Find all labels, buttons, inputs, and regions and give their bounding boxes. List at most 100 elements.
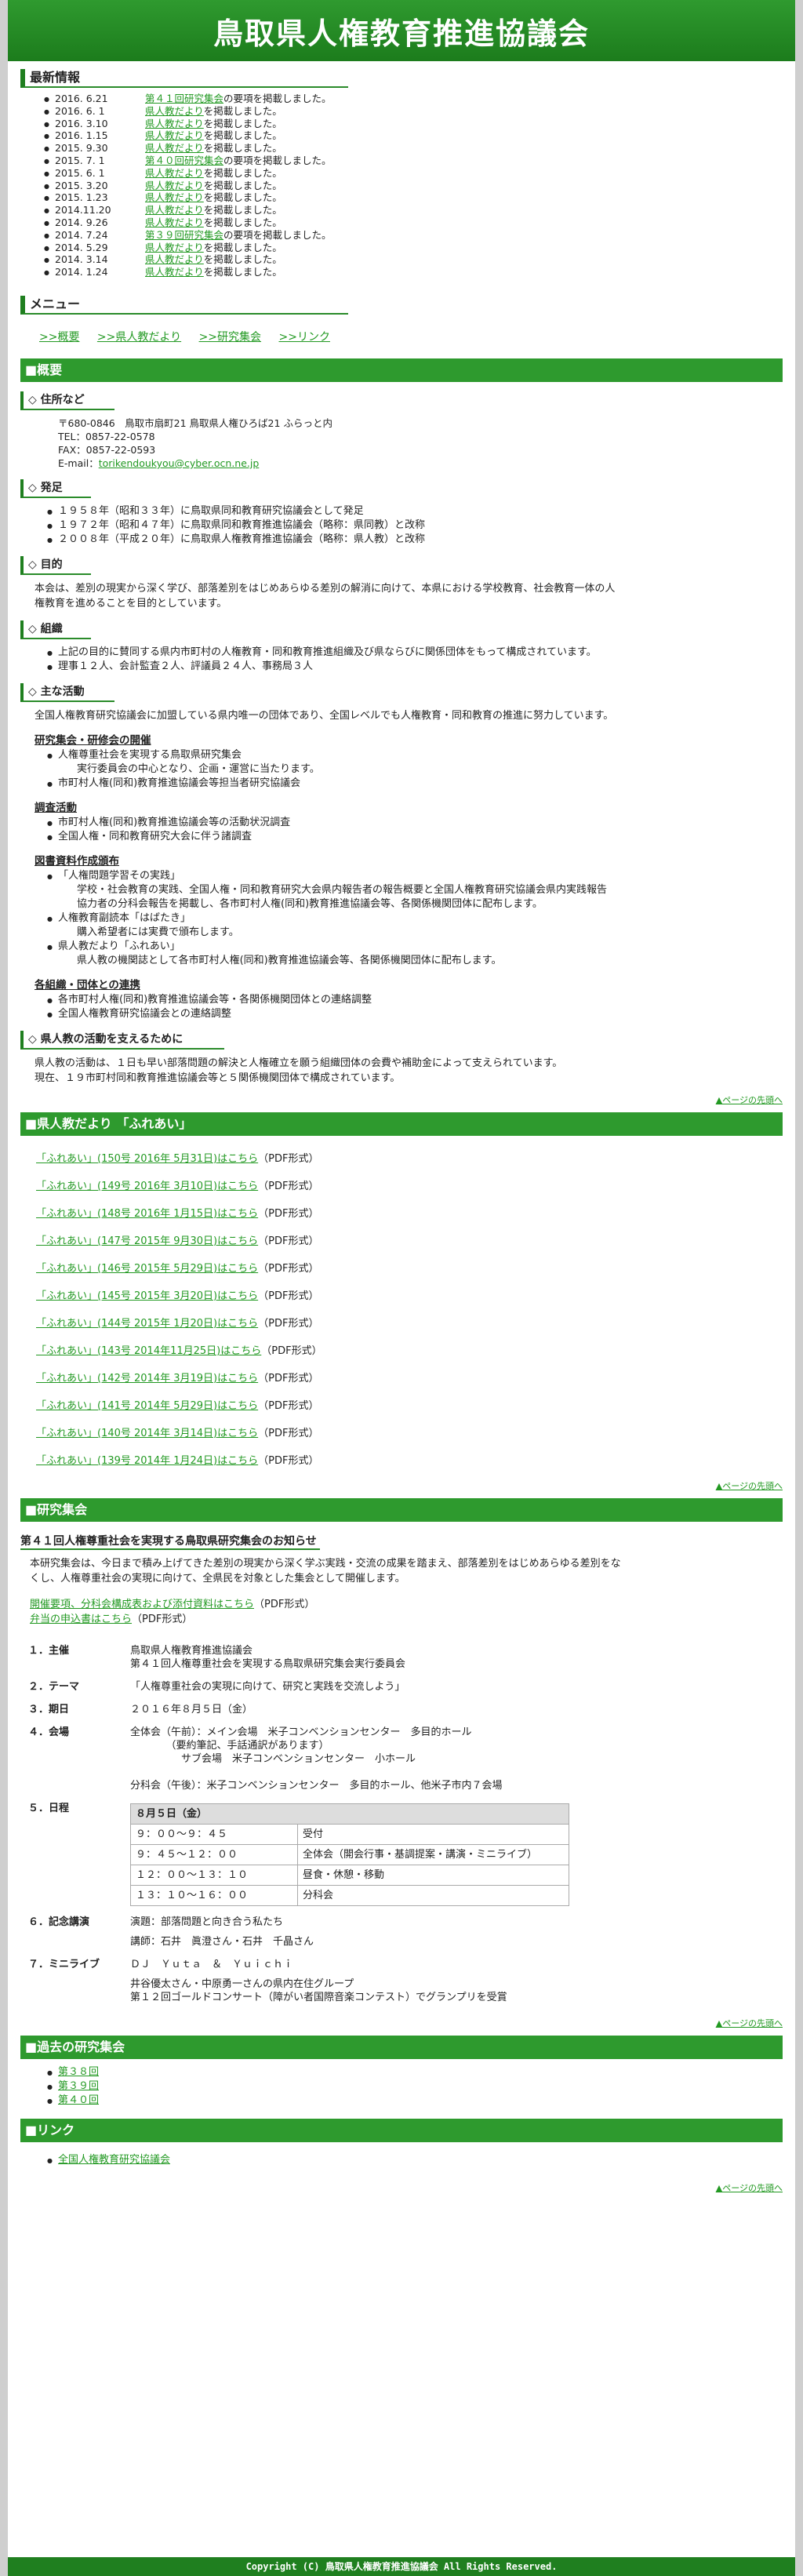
dayori-item: 「ふれあい」(148号 2016年 1月15日)はこちら（PDF形式） bbox=[36, 1205, 783, 1220]
dayori-link[interactable]: 「ふれあい」(144号 2015年 1月20日)はこちら bbox=[36, 1318, 258, 1330]
table-row: ３．期日 ２０１６年８月５日（金） bbox=[28, 1703, 253, 1716]
menu-link-kenkyu[interactable]: >>研究集会 bbox=[199, 331, 261, 344]
news-date: 2015. 9.30 bbox=[55, 142, 108, 155]
table-row: ４．会場 全体会（午前）：メイン会場 米子コンベンションセンター 多目的ホール （… bbox=[28, 1726, 503, 1792]
dayori-item: 「ふれあい」(144号 2015年 1月20日)はこちら（PDF形式） bbox=[36, 1315, 783, 1330]
dayori-link[interactable]: 「ふれあい」(150号 2016年 5月31日)はこちら bbox=[36, 1153, 258, 1165]
list-item: 全国人権教育研究協議会との連絡調整 bbox=[47, 1007, 783, 1022]
news-link[interactable]: 県人教だより bbox=[145, 180, 204, 191]
news-item: 2015. 3.20 県人教だよりを掲載しました。 bbox=[44, 179, 783, 193]
news-date: 2015. 3.20 bbox=[55, 179, 108, 191]
past-list: 第３８回 第３９回 第４０回 bbox=[47, 2065, 783, 2108]
dayori-link[interactable]: 「ふれあい」(140号 2014年 3月14日)はこちら bbox=[36, 1428, 258, 1439]
menu-heading: メニュー bbox=[20, 295, 348, 315]
menu-link-dayori[interactable]: >>県人教だより bbox=[97, 331, 181, 344]
news-text: を掲載しました。 bbox=[203, 216, 282, 228]
list-item[interactable]: 全国人権教育研究協議会 bbox=[47, 2153, 783, 2168]
site-title: 鳥取県人権教育推進協議会 bbox=[213, 15, 590, 51]
support-heading: ◇ 県人教の活動を支えるために bbox=[20, 1030, 224, 1050]
fax-line: FAX：0857-22-0593 bbox=[58, 443, 156, 456]
dayori-link[interactable]: 「ふれあい」(142号 2014年 3月19日)はこちら bbox=[36, 1373, 258, 1384]
news-text: の要項を掲載しました。 bbox=[223, 228, 332, 241]
news-date: 2014. 5.29 bbox=[55, 241, 108, 253]
dayori-link[interactable]: 「ふれあい」(145号 2015年 3月20日)はこちら bbox=[36, 1290, 258, 1302]
dayori-link[interactable]: 「ふれあい」(149号 2016年 3月10日)はこちら bbox=[36, 1181, 258, 1192]
menu-link-overview[interactable]: >>概要 bbox=[39, 331, 79, 344]
dayori-link[interactable]: 「ふれあい」(148号 2016年 1月15日)はこちら bbox=[36, 1208, 258, 1220]
kenkyu-title: 第４１回人権尊重社会を実現する鳥取県研究集会のお知らせ bbox=[20, 1533, 320, 1550]
kenkyu-desc: 本研究集会は、今日まで積み上げてきた差別の現実から深く学ぶ実践・交流の成果を踏ま… bbox=[30, 1557, 621, 1585]
dayori-list: 「ふれあい」(150号 2016年 5月31日)はこちら（PDF形式） 「ふれあい… bbox=[36, 1150, 783, 1467]
pdf-note: （PDF形式） bbox=[258, 1262, 319, 1275]
dayori-item: 「ふれあい」(149号 2016年 3月10日)はこちら（PDF形式） bbox=[36, 1177, 783, 1192]
list-item[interactable]: 第３８回 bbox=[47, 2065, 783, 2080]
page-top-link[interactable]: ▲ページの先頭へ bbox=[20, 1093, 783, 1106]
news-date: 2014. 9.26 bbox=[55, 216, 108, 228]
news-link[interactable]: 県人教だより bbox=[145, 242, 204, 253]
list-item[interactable]: 第３９回 bbox=[47, 2079, 783, 2094]
address-line: 〒680-0846 鳥取市扇町21 鳥取県人権ひろば21 ふらっと内 bbox=[58, 417, 332, 429]
news-link[interactable]: 県人教だより bbox=[145, 129, 204, 141]
dayori-link[interactable]: 「ふれあい」(143号 2014年11月25日)はこちら bbox=[36, 1345, 261, 1357]
news-link[interactable]: 第４１回研究集会 bbox=[145, 93, 223, 104]
list-item: 全国人権・同和教育研究大会に伴う諸調査 bbox=[47, 830, 783, 845]
page-top-link[interactable]: ▲ページの先頭へ bbox=[20, 2181, 783, 2194]
start-heading: ◇ 発足 bbox=[20, 478, 91, 498]
list-item: 県人教だより「ふれあい」県人教の機関誌として各市町村人権(同和)教育推進協議会等… bbox=[47, 940, 612, 968]
pdf-note: （PDF形式） bbox=[258, 1399, 319, 1412]
page-top-link[interactable]: ▲ページの先頭へ bbox=[20, 2017, 783, 2029]
dayori-item: 「ふれあい」(141号 2014年 5月29日)はこちら（PDF形式） bbox=[36, 1397, 783, 1412]
news-date: 2015. 6. 1 bbox=[55, 166, 105, 179]
dayori-item: 「ふれあい」(143号 2014年11月25日)はこちら（PDF形式） bbox=[36, 1342, 783, 1357]
news-date: 2016. 3.10 bbox=[55, 117, 108, 129]
news-item: 2014. 1.24 県人教だよりを掲載しました。 bbox=[44, 266, 783, 279]
start-list: １９５８年（昭和３３年）に鳥取県同和教育研究協議会として発足 １９７２年（昭和４… bbox=[47, 504, 783, 548]
schedule-table: ８月５日（金） ９：００～９：４５ 受付 ９：４５～１２：００ 全体会（開会行事・基… bbox=[130, 1803, 569, 1906]
menu-link-links[interactable]: >>リンク bbox=[278, 331, 329, 344]
news-link[interactable]: 県人教だより bbox=[145, 216, 204, 228]
news-item: 2014.11.20 県人教だよりを掲載しました。 bbox=[44, 204, 783, 217]
footer: Copyright (C) 鳥取県人権教育推進協議会 All Rights Re… bbox=[8, 2557, 795, 2576]
bento-link[interactable]: 弁当の申込書はこちら bbox=[30, 1614, 132, 1625]
dayori-item: 「ふれあい」(145号 2015年 3月20日)はこちら（PDF形式） bbox=[36, 1287, 783, 1302]
activity-3-list: 「人権問題学習その実践」学校・社会教育の実践、全国人権・同和教育研究大会県内報告… bbox=[47, 869, 612, 968]
news-link[interactable]: 県人教だより bbox=[145, 253, 204, 265]
table-row: ７．ミニライブ ＤＪ Ｙｕｔａ ＆ Ｙｕｉｃｈｉ 井谷優太さん・中原勇一さんの県内在… bbox=[28, 1958, 507, 2003]
dayori-item: 「ふれあい」(146号 2015年 5月29日)はこちら（PDF形式） bbox=[36, 1260, 783, 1275]
news-item: 2014. 7.24 第３９回研究集会の要項を掲載しました。 bbox=[44, 229, 783, 242]
links-heading: ■リンク bbox=[20, 2118, 783, 2142]
list-item: 市町村人権(同和)教育推進協議会等の活動状況調査 bbox=[47, 816, 783, 831]
news-link[interactable]: 県人教だより bbox=[145, 118, 204, 129]
news-text: を掲載しました。 bbox=[203, 104, 282, 117]
dayori-link[interactable]: 「ふれあい」(147号 2015年 9月30日)はこちら bbox=[36, 1235, 258, 1247]
address-heading: ◇ 住所など bbox=[20, 391, 114, 410]
list-item: ２００８年（平成２０年）に鳥取県人権教育推進協議会（略称：県人教）と改称 bbox=[47, 533, 783, 548]
dayori-link[interactable]: 「ふれあい」(146号 2015年 5月29日)はこちら bbox=[36, 1263, 258, 1275]
news-link[interactable]: 県人教だより bbox=[145, 142, 204, 154]
email-line: E-mail：torikendoukyou@cyber.ocn.ne.jp bbox=[58, 457, 260, 469]
email-link[interactable]: torikendoukyou@cyber.ocn.ne.jp bbox=[99, 457, 260, 469]
activity-text: 全国人権教育研究協議会に加盟している県内唯一の団体であり、全国レベルでも人権教育… bbox=[35, 709, 614, 722]
list-item[interactable]: 第４０回 bbox=[47, 2094, 783, 2108]
news-date: 2015. 7. 1 bbox=[55, 154, 105, 166]
news-link[interactable]: 県人教だより bbox=[145, 204, 204, 216]
org-list: 上記の目的に賛同する県内市町村の人権教育・同和教育推進組織及び県ならびに関係団体… bbox=[47, 646, 612, 675]
page-top-link[interactable]: ▲ページの先頭へ bbox=[20, 1479, 783, 1492]
news-link[interactable]: 第４０回研究集会 bbox=[145, 155, 223, 166]
news-list: 2016. 6.21 第４１回研究集会の要項を掲載しました。 2016. 6. 1 県… bbox=[44, 93, 783, 279]
dayori-link[interactable]: 「ふれあい」(141号 2014年 5月29日)はこちら bbox=[36, 1400, 258, 1412]
news-link[interactable]: 県人教だより bbox=[145, 167, 204, 179]
news-link[interactable]: 県人教だより bbox=[145, 105, 204, 117]
kenkyu-doc-link[interactable]: 開催要項、分科会構成表および添付資料はこちら bbox=[30, 1599, 254, 1610]
news-text: を掲載しました。 bbox=[203, 166, 282, 179]
dayori-link[interactable]: 「ふれあい」(139号 2014年 1月24日)はこちら bbox=[36, 1455, 258, 1467]
news-link[interactable]: 県人教だより bbox=[145, 266, 204, 278]
tel-line: TEL：0857-22-0578 bbox=[58, 430, 155, 442]
news-text: の要項を掲載しました。 bbox=[223, 93, 332, 104]
kenkyu-links: 開催要項、分科会構成表および添付資料はこちら（PDF形式） 弁当の申込書はこちら… bbox=[30, 1598, 315, 1625]
news-link[interactable]: 県人教だより bbox=[145, 191, 204, 203]
dayori-heading: ■県人教だより 「ふれあい」 bbox=[20, 1112, 783, 1136]
activity-4-heading: 各組織・団体との連携 bbox=[35, 978, 140, 991]
news-link[interactable]: 第３９回研究集会 bbox=[145, 229, 223, 241]
activity-4-list: 各市町村人権(同和)教育推進協議会等・各関係機関団体との連絡調整 全国人権教育研… bbox=[47, 993, 783, 1022]
